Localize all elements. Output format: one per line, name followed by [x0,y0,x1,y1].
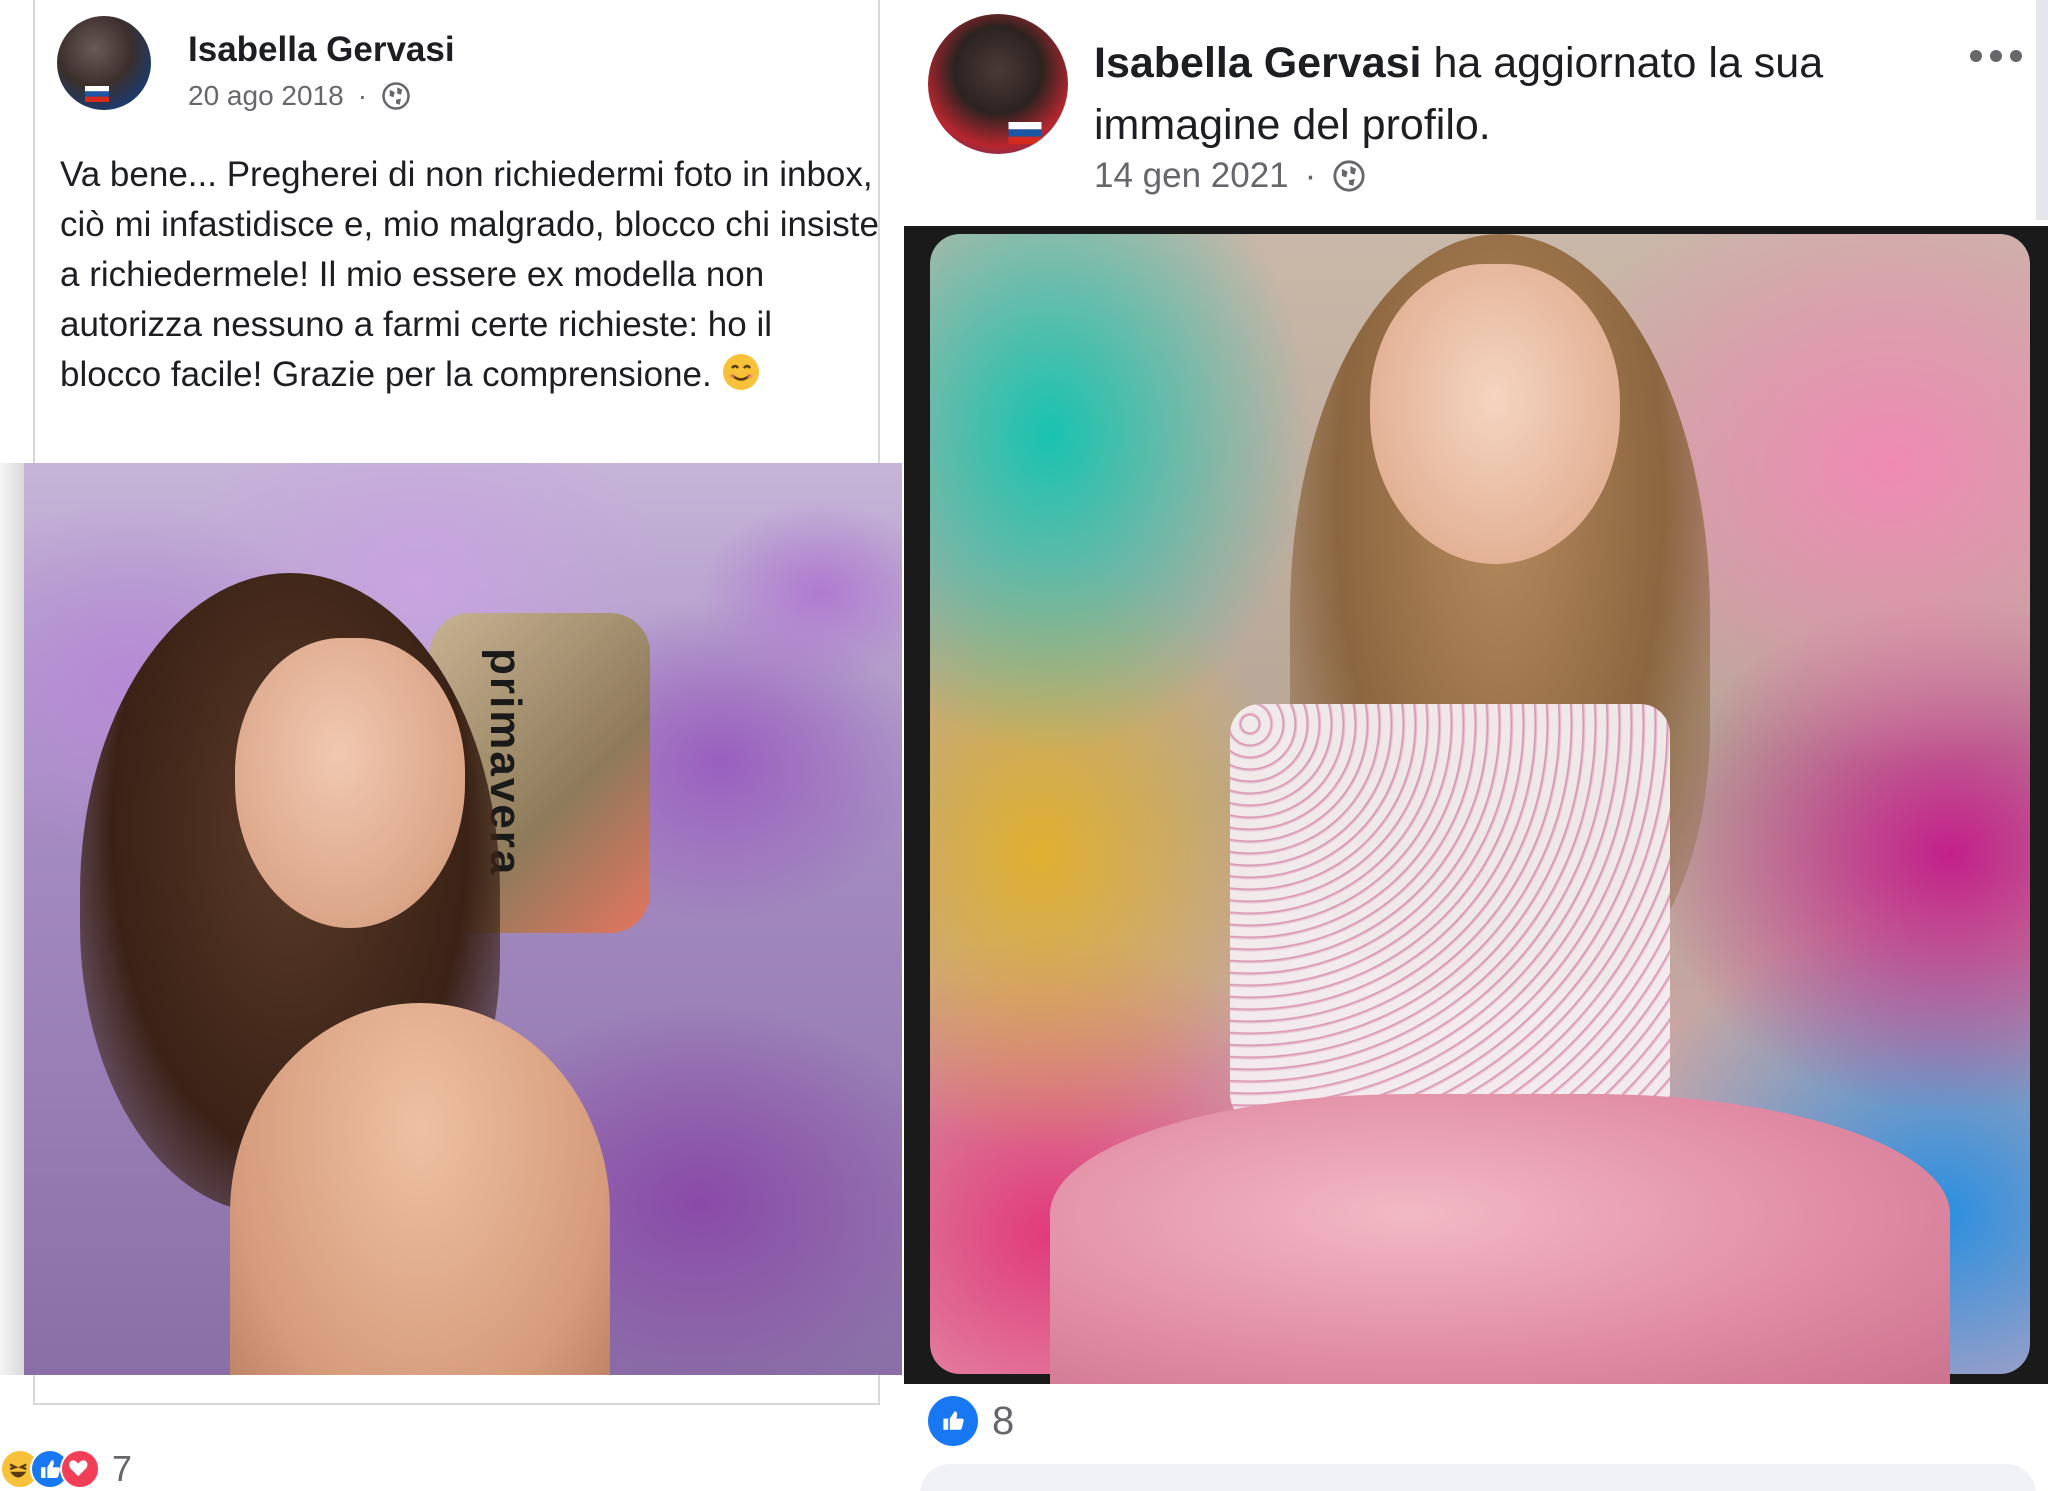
left-post-text: Va bene... Pregherei di non richiedermi … [60,150,880,400]
russian-flag-icon [1008,122,1042,144]
photo-rainbow-background [930,234,2030,1384]
right-author-name[interactable]: Isabella Gervasi [1094,39,1422,87]
right-author-avatar[interactable] [928,14,1068,154]
right-reaction-count[interactable]: 8 [992,1399,1014,1444]
photo-frame-edge [0,463,24,1375]
meta-separator: · [357,80,368,111]
meta-separator: · [1304,156,1317,195]
right-post-header: Isabella Gervasi ha aggiornato la sua im… [1094,32,1874,156]
right-post-photo[interactable] [904,226,2048,1384]
right-reactions-bar[interactable]: 8 [928,1396,1014,1446]
russian-flag-icon [85,86,109,102]
like-icon [928,1396,978,1446]
left-author-name[interactable]: Isabella Gervasi [188,30,455,70]
photo-subject-top [1230,704,1670,1124]
love-icon [60,1449,100,1489]
more-options-icon[interactable] [1970,46,2026,66]
scrollbar[interactable] [2036,0,2048,220]
globe-icon[interactable] [381,81,411,111]
left-post: Isabella Gervasi 20 ago 2018 · Va bene..… [0,0,902,1491]
left-reactions-bar[interactable]: 7 [0,1448,132,1490]
left-reaction-count[interactable]: 7 [112,1448,132,1490]
right-post-meta: 14 gen 2021 · [1094,156,1366,196]
left-post-meta: 20 ago 2018 · [188,80,411,112]
left-post-date[interactable]: 20 ago 2018 [188,80,344,112]
photo-subject-face [1370,264,1620,564]
right-post: Isabella Gervasi ha aggiornato la sua im… [902,0,2048,1491]
globe-icon[interactable] [1332,159,1366,193]
left-post-photo[interactable]: primavera [0,463,902,1375]
comment-input-bar[interactable] [920,1464,2036,1491]
photo-subject-legs [1050,1094,1950,1384]
right-post-date[interactable]: 14 gen 2021 [1094,156,1289,196]
smiling-face-icon [723,354,760,390]
photo-subject-face [235,638,465,928]
left-author-avatar[interactable] [57,16,151,110]
